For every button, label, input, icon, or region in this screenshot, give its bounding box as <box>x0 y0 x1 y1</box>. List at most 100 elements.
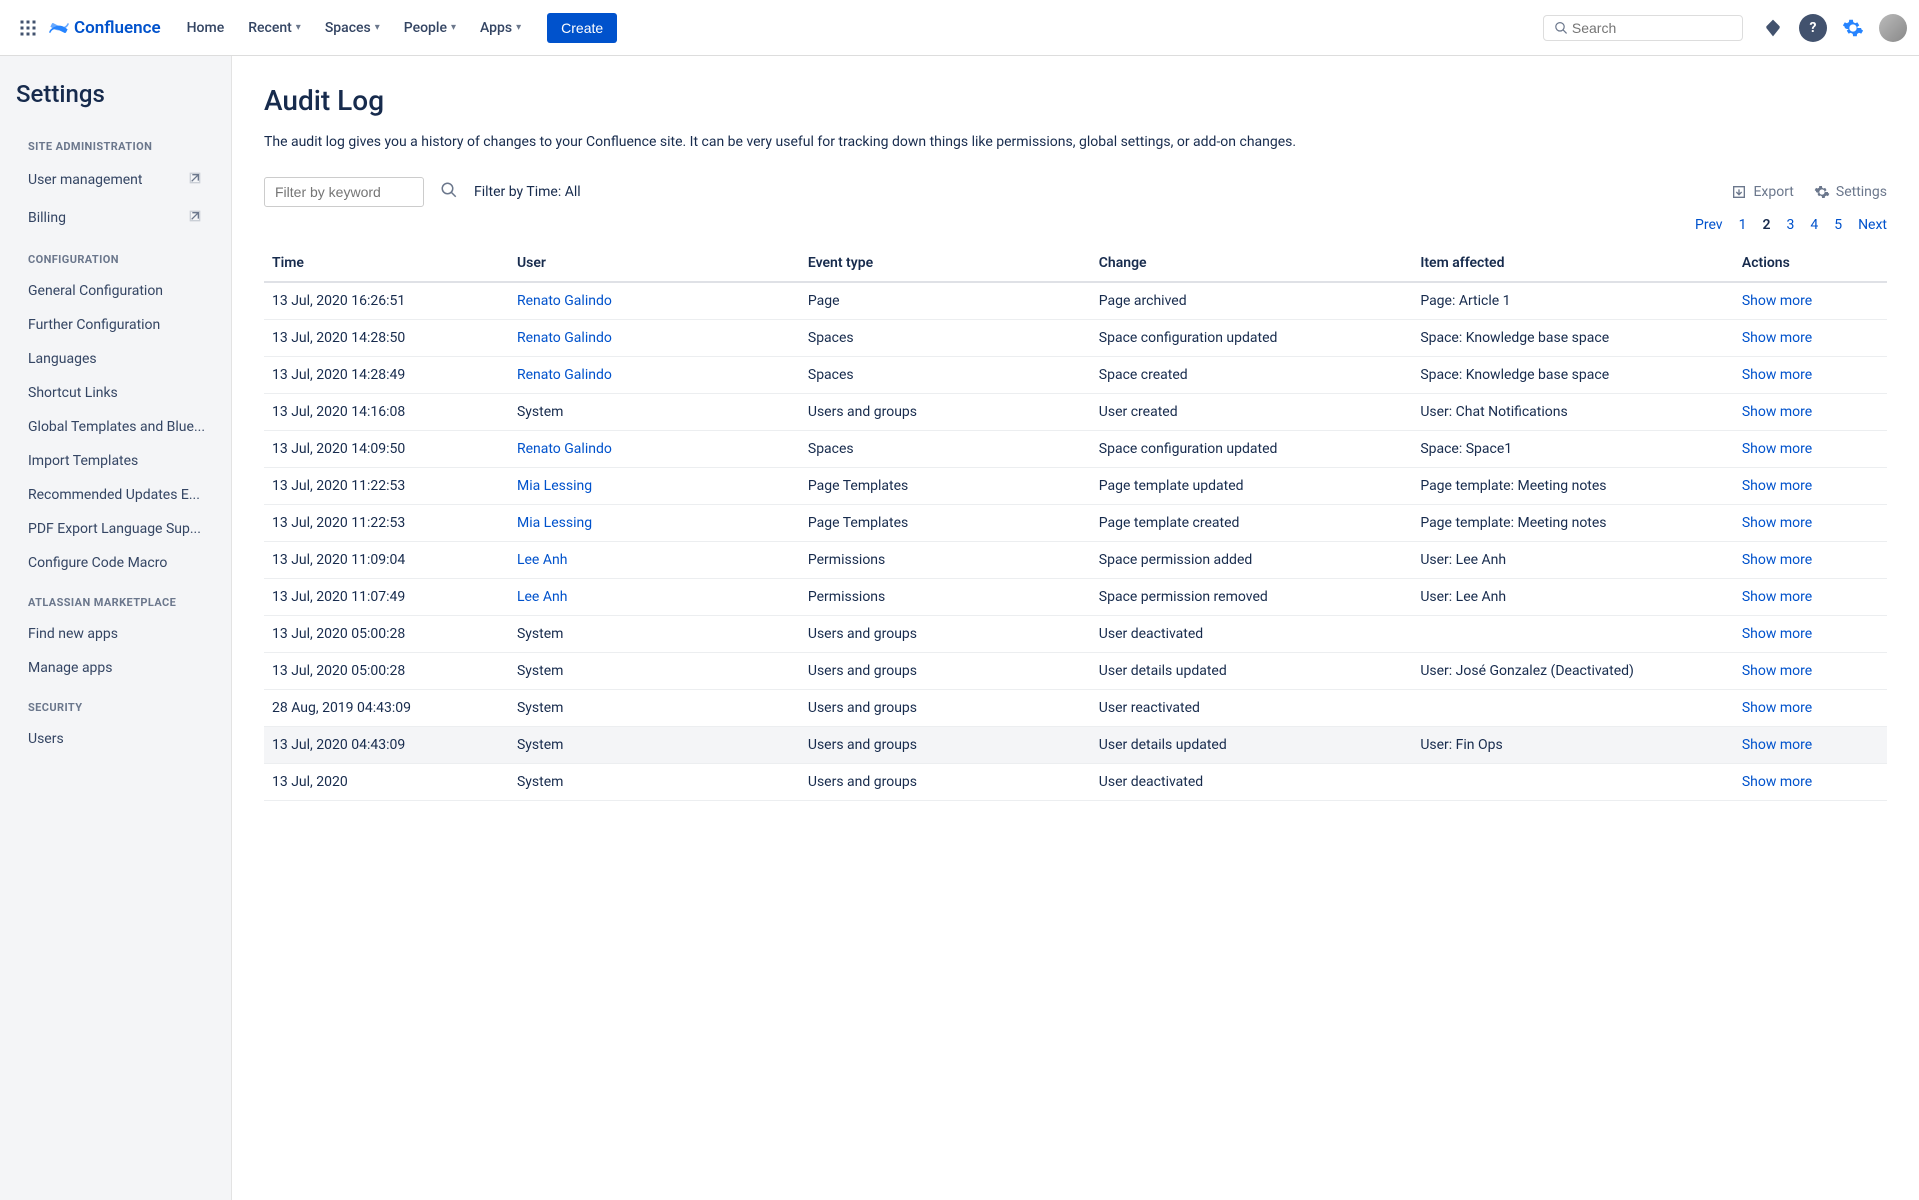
cell-user[interactable]: Renato Galindo <box>509 356 800 393</box>
cell-time: 13 Jul, 2020 04:43:09 <box>264 726 509 763</box>
column-header: Event type <box>800 245 1091 282</box>
user-avatar[interactable] <box>1879 14 1907 42</box>
page-link[interactable]: 5 <box>1834 217 1842 233</box>
sidebar-item[interactable]: Manage apps <box>0 651 231 685</box>
show-more-link[interactable]: Show more <box>1742 774 1812 790</box>
filter-search-button[interactable] <box>440 181 458 202</box>
create-button[interactable]: Create <box>547 13 617 43</box>
user-link[interactable]: Lee Anh <box>517 552 567 568</box>
cell-change: Space permission added <box>1091 541 1413 578</box>
show-more-link[interactable]: Show more <box>1742 700 1812 716</box>
cell-actions: Show more <box>1734 356 1887 393</box>
nav-item-spaces[interactable]: Spaces▾ <box>315 14 390 42</box>
sidebar-item-label: User management <box>28 172 142 188</box>
notifications-icon[interactable] <box>1759 14 1787 42</box>
cell-user[interactable]: Mia Lessing <box>509 504 800 541</box>
column-header: Change <box>1091 245 1413 282</box>
filter-keyword-input[interactable] <box>264 177 424 207</box>
search-box[interactable] <box>1543 15 1743 41</box>
sidebar-item[interactable]: General Configuration <box>0 274 231 308</box>
user-link[interactable]: Renato Galindo <box>517 441 612 457</box>
search-input[interactable] <box>1572 20 1732 36</box>
help-icon[interactable]: ? <box>1799 14 1827 42</box>
sidebar-item[interactable]: Recommended Updates E... <box>0 478 231 512</box>
cell-user[interactable]: Lee Anh <box>509 578 800 615</box>
table-row: 13 Jul, 2020 11:07:49Lee AnhPermissionsS… <box>264 578 1887 615</box>
nav-item-home[interactable]: Home <box>177 14 235 42</box>
cell-item: Space: Knowledge base space <box>1412 319 1734 356</box>
show-more-link[interactable]: Show more <box>1742 404 1812 420</box>
sidebar-item[interactable]: PDF Export Language Sup... <box>0 512 231 546</box>
settings-gear-icon[interactable] <box>1839 14 1867 42</box>
page-link[interactable]: Next <box>1858 217 1887 233</box>
cell-item <box>1412 689 1734 726</box>
sidebar-group-label: SITE ADMINISTRATION <box>0 124 231 161</box>
cell-actions: Show more <box>1734 541 1887 578</box>
user-link[interactable]: Lee Anh <box>517 589 567 605</box>
nav-item-recent[interactable]: Recent▾ <box>238 14 311 42</box>
cell-time: 13 Jul, 2020 14:28:50 <box>264 319 509 356</box>
confluence-logo[interactable]: Confluence <box>48 17 161 39</box>
sidebar-item[interactable]: Configure Code Macro <box>0 546 231 580</box>
show-more-link[interactable]: Show more <box>1742 552 1812 568</box>
column-header: User <box>509 245 800 282</box>
page-link[interactable]: 1 <box>1739 217 1747 233</box>
sidebar-item[interactable]: Billing <box>0 199 231 237</box>
user-link[interactable]: Renato Galindo <box>517 367 612 383</box>
show-more-link[interactable]: Show more <box>1742 330 1812 346</box>
settings-button[interactable]: Settings <box>1814 184 1887 200</box>
table-row: 28 Aug, 2019 04:43:09SystemUsers and gro… <box>264 689 1887 726</box>
show-more-link[interactable]: Show more <box>1742 515 1812 531</box>
cell-user[interactable]: Renato Galindo <box>509 282 800 320</box>
show-more-link[interactable]: Show more <box>1742 293 1812 309</box>
sidebar-item[interactable]: User management <box>0 161 231 199</box>
sidebar-item[interactable]: Global Templates and Blue... <box>0 410 231 444</box>
cell-user[interactable]: Renato Galindo <box>509 319 800 356</box>
show-more-link[interactable]: Show more <box>1742 737 1812 753</box>
sidebar-item-label: Manage apps <box>28 660 113 676</box>
show-more-link[interactable]: Show more <box>1742 478 1812 494</box>
cell-user[interactable]: Mia Lessing <box>509 467 800 504</box>
show-more-link[interactable]: Show more <box>1742 589 1812 605</box>
export-button[interactable]: Export <box>1731 184 1793 200</box>
external-link-icon <box>187 208 203 228</box>
nav-item-people[interactable]: People▾ <box>394 14 466 42</box>
show-more-link[interactable]: Show more <box>1742 367 1812 383</box>
cell-change: User details updated <box>1091 652 1413 689</box>
user-link[interactable]: Renato Galindo <box>517 330 612 346</box>
nav-item-apps[interactable]: Apps▾ <box>470 14 531 42</box>
cell-user[interactable]: Lee Anh <box>509 541 800 578</box>
sidebar-item-label: Languages <box>28 351 97 367</box>
cell-user[interactable]: Renato Galindo <box>509 430 800 467</box>
page-link[interactable]: 4 <box>1810 217 1818 233</box>
sidebar-item[interactable]: Shortcut Links <box>0 376 231 410</box>
cell-change: Space configuration updated <box>1091 430 1413 467</box>
cell-user: System <box>509 726 800 763</box>
pagination: Prev 12345 Next <box>264 217 1887 233</box>
sidebar-item[interactable]: Further Configuration <box>0 308 231 342</box>
app-switcher-icon[interactable] <box>12 12 44 44</box>
cell-time: 13 Jul, 2020 11:09:04 <box>264 541 509 578</box>
user-link[interactable]: Mia Lessing <box>517 515 592 531</box>
table-row: 13 Jul, 2020 05:00:28SystemUsers and gro… <box>264 652 1887 689</box>
cell-event: Users and groups <box>800 393 1091 430</box>
export-label: Export <box>1753 184 1793 200</box>
cell-user: System <box>509 615 800 652</box>
show-more-link[interactable]: Show more <box>1742 663 1812 679</box>
sidebar-item[interactable]: Users <box>0 722 231 756</box>
user-link[interactable]: Renato Galindo <box>517 293 612 309</box>
filter-time-dropdown[interactable]: Filter by Time: All <box>474 184 581 200</box>
sidebar-item[interactable]: Languages <box>0 342 231 376</box>
show-more-link[interactable]: Show more <box>1742 441 1812 457</box>
cell-event: Users and groups <box>800 652 1091 689</box>
sidebar-item[interactable]: Find new apps <box>0 617 231 651</box>
page-current: 2 <box>1762 217 1770 233</box>
cell-change: Space permission removed <box>1091 578 1413 615</box>
page-link[interactable]: 3 <box>1786 217 1794 233</box>
show-more-link[interactable]: Show more <box>1742 626 1812 642</box>
user-link[interactable]: Mia Lessing <box>517 478 592 494</box>
sidebar-item-label: Import Templates <box>28 453 138 469</box>
sidebar-item[interactable]: Import Templates <box>0 444 231 478</box>
page-title: Audit Log <box>264 84 1887 117</box>
page-link[interactable]: Prev <box>1695 217 1723 233</box>
